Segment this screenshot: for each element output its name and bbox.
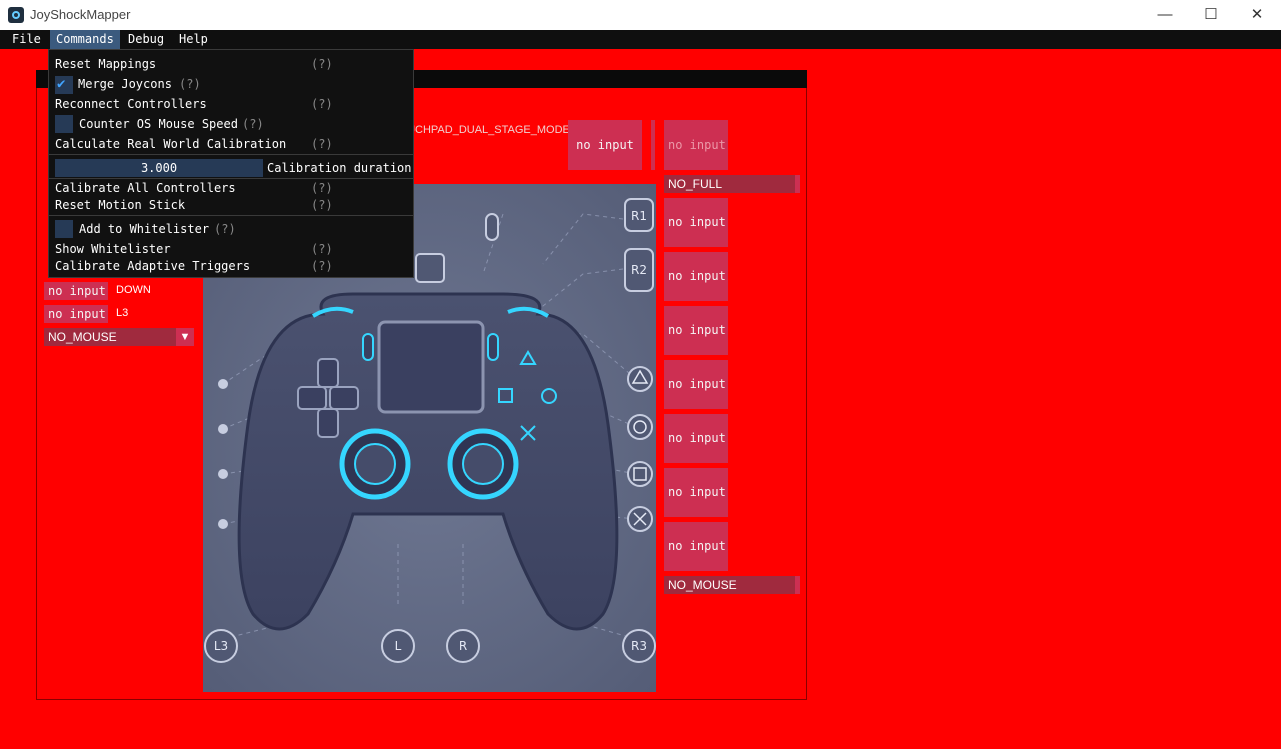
left-stick-mode-combo[interactable]: NO_MOUSE ▼ — [44, 328, 194, 346]
add-to-whitelister-checkbox[interactable] — [55, 220, 73, 238]
merge-joycons-checkbox[interactable] — [55, 76, 73, 94]
separator — [49, 154, 413, 155]
menu-commands[interactable]: Commands — [50, 30, 120, 49]
triangle-mapping-button[interactable]: no input — [664, 306, 728, 355]
help-marker[interactable]: (?) — [311, 258, 333, 275]
touchpad-button[interactable]: no input — [568, 120, 642, 170]
help-marker[interactable]: (?) — [311, 136, 333, 153]
r1-label: R1 — [631, 209, 647, 223]
help-marker[interactable]: (?) — [242, 116, 264, 133]
calibrate-adaptive-triggers-item[interactable]: Calibrate Adaptive Triggers — [55, 258, 250, 275]
down-label: DOWN — [116, 284, 151, 296]
commands-dropdown: Reset Mappings (?) Merge Joycons (?) Rec… — [48, 49, 414, 278]
touchpad-mode-label: TOUCHPAD_DUAL_STAGE_MODE — [392, 124, 570, 136]
l3-icon-label: L3 — [214, 639, 228, 653]
l3-label: L3 — [116, 307, 129, 319]
calibrate-all-controllers-item[interactable]: Calibrate All Controllers — [55, 180, 236, 197]
calibration-duration-value: 3.000 — [140, 161, 178, 175]
cross-mapping-button[interactable]: no input — [664, 468, 728, 517]
maximize-button[interactable]: ☐ — [1188, 0, 1234, 30]
combo-edge — [795, 175, 800, 193]
help-marker[interactable]: (?) — [311, 96, 333, 113]
window-title: JoyShockMapper — [30, 7, 131, 22]
minimize-button[interactable]: — — [1142, 0, 1188, 30]
reconnect-controllers-item[interactable]: Reconnect Controllers — [55, 96, 207, 113]
reset-motion-stick-item[interactable]: Reset Motion Stick — [55, 197, 185, 214]
reset-mappings-item[interactable]: Reset Mappings — [55, 56, 156, 73]
separator — [49, 215, 413, 216]
scrollbar-divider — [651, 120, 655, 170]
r-icon-label: R — [459, 639, 467, 653]
separator — [49, 178, 413, 179]
combo-edge — [795, 576, 800, 594]
help-marker[interactable]: (?) — [311, 197, 333, 214]
menubar: File Commands Debug Help — [0, 30, 1281, 49]
help-marker[interactable]: (?) — [311, 56, 333, 73]
close-button[interactable]: ✕ — [1234, 0, 1280, 30]
help-marker[interactable]: (?) — [311, 241, 333, 258]
add-to-whitelister-label[interactable]: Add to Whitelister — [79, 221, 209, 238]
full-pull-combo[interactable]: NO_FULL — [664, 175, 800, 193]
window-titlebar: JoyShockMapper — ☐ ✕ — [0, 0, 1281, 30]
r3-mapping-button[interactable]: no input — [664, 522, 728, 571]
counter-os-mouse-speed-checkbox[interactable] — [55, 115, 73, 133]
calibration-duration-label: Calibration duration — [267, 161, 412, 175]
show-whitelister-item[interactable]: Show Whitelister — [55, 241, 171, 258]
chevron-down-icon: ▼ — [176, 328, 194, 346]
menu-file[interactable]: File — [6, 30, 47, 49]
l3-mapping-button[interactable]: no input — [44, 305, 108, 323]
counter-os-mouse-speed-label[interactable]: Counter OS Mouse Speed — [79, 116, 238, 133]
down-mapping-button[interactable]: no input — [44, 282, 108, 300]
help-marker[interactable]: (?) — [214, 221, 236, 238]
r2-label: R2 — [631, 263, 647, 277]
r2-mapping-button[interactable]: no input — [664, 252, 728, 301]
full-pull-value: NO_FULL — [668, 177, 723, 191]
square-mapping-button[interactable]: no input — [664, 414, 728, 463]
help-marker[interactable]: (?) — [311, 180, 333, 197]
calibration-duration-input[interactable]: 3.000 — [55, 159, 263, 177]
circle-mapping-button[interactable]: no input — [664, 360, 728, 409]
right-top-button[interactable]: no input — [664, 120, 728, 170]
app-icon — [8, 7, 24, 23]
right-stick-mode-combo[interactable]: NO_MOUSE — [664, 576, 800, 594]
menu-debug[interactable]: Debug — [122, 30, 170, 49]
menu-help[interactable]: Help — [173, 30, 214, 49]
r1-mapping-button[interactable]: no input — [664, 198, 728, 247]
help-marker[interactable]: (?) — [179, 76, 201, 93]
right-stick-mode-value: NO_MOUSE — [668, 578, 737, 592]
calculate-real-world-calibration-item[interactable]: Calculate Real World Calibration — [55, 136, 286, 153]
r3-icon-label: R3 — [631, 639, 647, 653]
left-stick-mode-value: NO_MOUSE — [48, 330, 117, 344]
merge-joycons-label[interactable]: Merge Joycons — [78, 76, 172, 93]
l-icon-label: L — [395, 639, 402, 653]
